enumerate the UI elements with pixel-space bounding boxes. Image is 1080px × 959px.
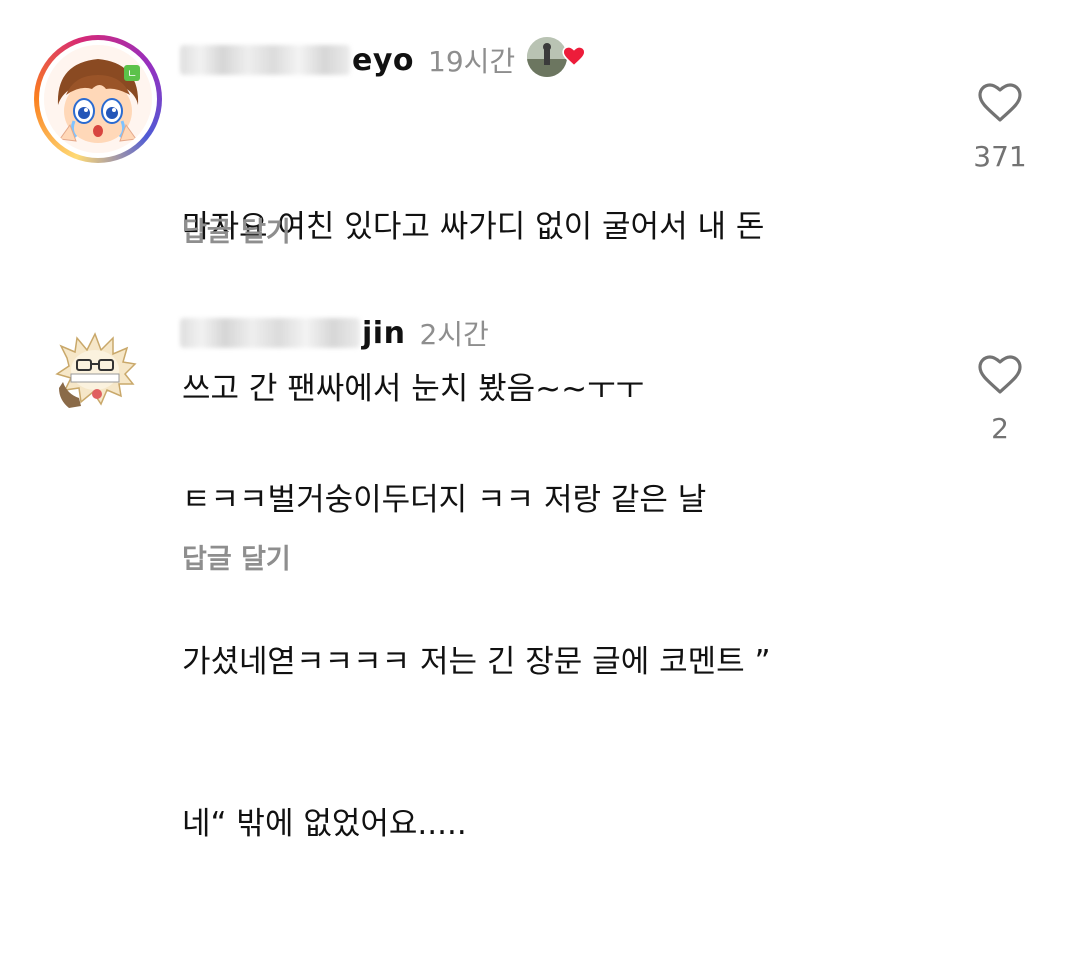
comment-line: ㅌㅋㅋ벌거숭이두더지 ㅋㅋ 저랑 같은 날 [182, 482, 707, 518]
comment-line: 가셨네엳ㅋㅋㅋㅋ 저는 긴 장문 글에 코멘트 ” [182, 644, 771, 680]
like-column: 2 [960, 352, 1040, 445]
hedgehog-cartoon-avatar-icon [45, 320, 145, 420]
comment-header: jin 2시간 [180, 313, 489, 353]
username[interactable]: jin [362, 316, 405, 351]
comment-item: jin 2시간 ㅌㅋㅋ벌거숭이두더지 ㅋㅋ 저랑 같은 날 가셨네엳ㅋㅋㅋㅋ 저… [0, 0, 1080, 842]
blurred-username [180, 318, 360, 348]
heart-outline-icon[interactable] [976, 352, 1024, 396]
comment-body: ㅌㅋㅋ벌거숭이두더지 ㅋㅋ 저랑 같은 날 가셨네엳ㅋㅋㅋㅋ 저는 긴 장문 글… [182, 365, 882, 959]
reply-button[interactable]: 답글 달기 [182, 537, 291, 576]
commenter-avatar[interactable] [45, 320, 145, 420]
like-count: 2 [991, 412, 1009, 445]
comment-timestamp: 2시간 [419, 318, 489, 351]
comment-line: 네“ 밖에 없었어요..... [182, 806, 467, 842]
